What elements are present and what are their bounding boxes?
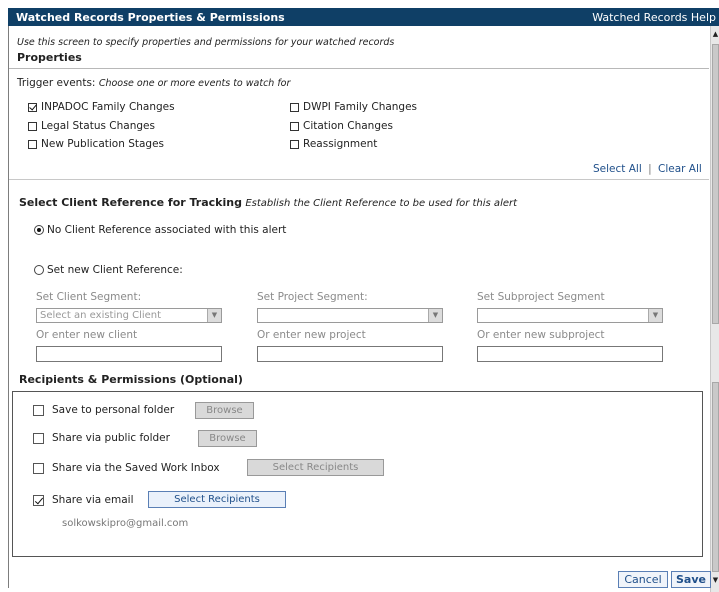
scroll-down-icon[interactable]: ▼ xyxy=(711,574,719,586)
browse-personal-button[interactable]: Browse xyxy=(195,402,254,419)
recipients-heading: Recipients & Permissions (Optional) xyxy=(19,373,243,386)
trigger-label: Trigger events: xyxy=(17,77,96,89)
intro-text: Use this screen to specify properties an… xyxy=(17,37,395,48)
divider xyxy=(9,68,709,69)
new-subproject-input[interactable] xyxy=(477,346,663,362)
trigger-events-label: Trigger events: Choose one or more event… xyxy=(17,77,290,89)
chevron-down-icon[interactable]: ▼ xyxy=(648,309,662,322)
chevron-down-icon[interactable]: ▼ xyxy=(207,309,221,322)
save-button[interactable]: Save xyxy=(671,571,711,588)
chevron-down-icon[interactable]: ▼ xyxy=(428,309,442,322)
help-link[interactable]: Watched Records Help xyxy=(592,11,716,24)
browse-public-button[interactable]: Browse xyxy=(198,430,257,447)
select-all-link[interactable]: Select All xyxy=(593,163,642,175)
email-address: solkowskipro@gmail.com xyxy=(62,518,189,529)
radio-no-client-ref[interactable]: No Client Reference associated with this… xyxy=(34,224,286,236)
scroll-up-icon[interactable]: ▲ xyxy=(711,28,719,40)
select-clear-links: Select All | Clear All xyxy=(593,163,702,175)
select-recipients-inbox-button[interactable]: Select Recipients xyxy=(247,459,384,476)
email-option[interactable]: Share via email xyxy=(33,494,134,506)
checkbox-icon[interactable] xyxy=(33,462,44,474)
radio-selected-icon[interactable] xyxy=(34,225,44,235)
checkbox-icon[interactable] xyxy=(33,404,44,416)
subproject-select[interactable]: ▼ xyxy=(477,308,663,323)
new-subproject-label: Or enter new subproject xyxy=(477,329,605,341)
checkbox-icon[interactable] xyxy=(33,432,44,444)
event-citation[interactable]: Citation Changes xyxy=(290,120,393,132)
event-dwpi[interactable]: DWPI Family Changes xyxy=(290,101,417,113)
event-inpadoc[interactable]: INPADOC Family Changes xyxy=(28,101,175,113)
saved-work-option[interactable]: Share via the Saved Work Inbox xyxy=(33,462,220,474)
event-new-publication[interactable]: New Publication Stages xyxy=(28,138,164,150)
subproject-segment-label: Set Subproject Segment xyxy=(477,291,605,303)
clear-all-link[interactable]: Clear All xyxy=(658,163,702,175)
radio-new-client-ref[interactable]: Set new Client Reference: xyxy=(34,264,183,276)
checkbox-icon[interactable] xyxy=(28,139,37,149)
new-project-label: Or enter new project xyxy=(257,329,366,341)
scroll-thumb-lower[interactable] xyxy=(712,382,719,572)
project-segment-label: Set Project Segment: xyxy=(257,291,368,303)
event-legal-status[interactable]: Legal Status Changes xyxy=(28,120,155,132)
scroll-thumb[interactable] xyxy=(712,44,719,324)
client-ref-heading: Select Client Reference for Tracking xyxy=(19,196,242,209)
checkbox-checked-icon[interactable] xyxy=(28,102,37,112)
properties-heading: Properties xyxy=(17,51,82,64)
new-client-input[interactable] xyxy=(36,346,222,362)
checkbox-icon[interactable] xyxy=(290,121,299,131)
checkbox-checked-icon[interactable] xyxy=(33,494,44,506)
event-reassignment[interactable]: Reassignment xyxy=(290,138,377,150)
client-segment-label: Set Client Segment: xyxy=(36,291,142,303)
checkbox-icon[interactable] xyxy=(290,139,299,149)
client-select[interactable]: Select an existing Client ▼ xyxy=(36,308,222,323)
divider xyxy=(9,179,709,180)
project-select[interactable]: ▼ xyxy=(257,308,443,323)
checkbox-icon[interactable] xyxy=(28,121,37,131)
scrollbar[interactable]: ▲ ▼ xyxy=(710,26,719,592)
client-ref-heading-row: Select Client Reference for Tracking Est… xyxy=(19,196,517,209)
page-title: Watched Records Properties & Permissions xyxy=(16,11,285,24)
new-project-input[interactable] xyxy=(257,346,443,362)
public-folder-option[interactable]: Share via public folder xyxy=(33,432,170,444)
cancel-button[interactable]: Cancel xyxy=(618,571,668,588)
title-bar: Watched Records Properties & Permissions… xyxy=(8,8,719,26)
select-recipients-email-button[interactable]: Select Recipients xyxy=(148,491,286,508)
radio-icon[interactable] xyxy=(34,265,44,275)
new-client-label: Or enter new client xyxy=(36,329,138,341)
personal-folder-option[interactable]: Save to personal folder xyxy=(33,404,174,416)
trigger-hint: Choose one or more events to watch for xyxy=(98,78,291,89)
checkbox-icon[interactable] xyxy=(290,102,299,112)
client-ref-hint: Establish the Client Reference to be use… xyxy=(245,198,518,209)
